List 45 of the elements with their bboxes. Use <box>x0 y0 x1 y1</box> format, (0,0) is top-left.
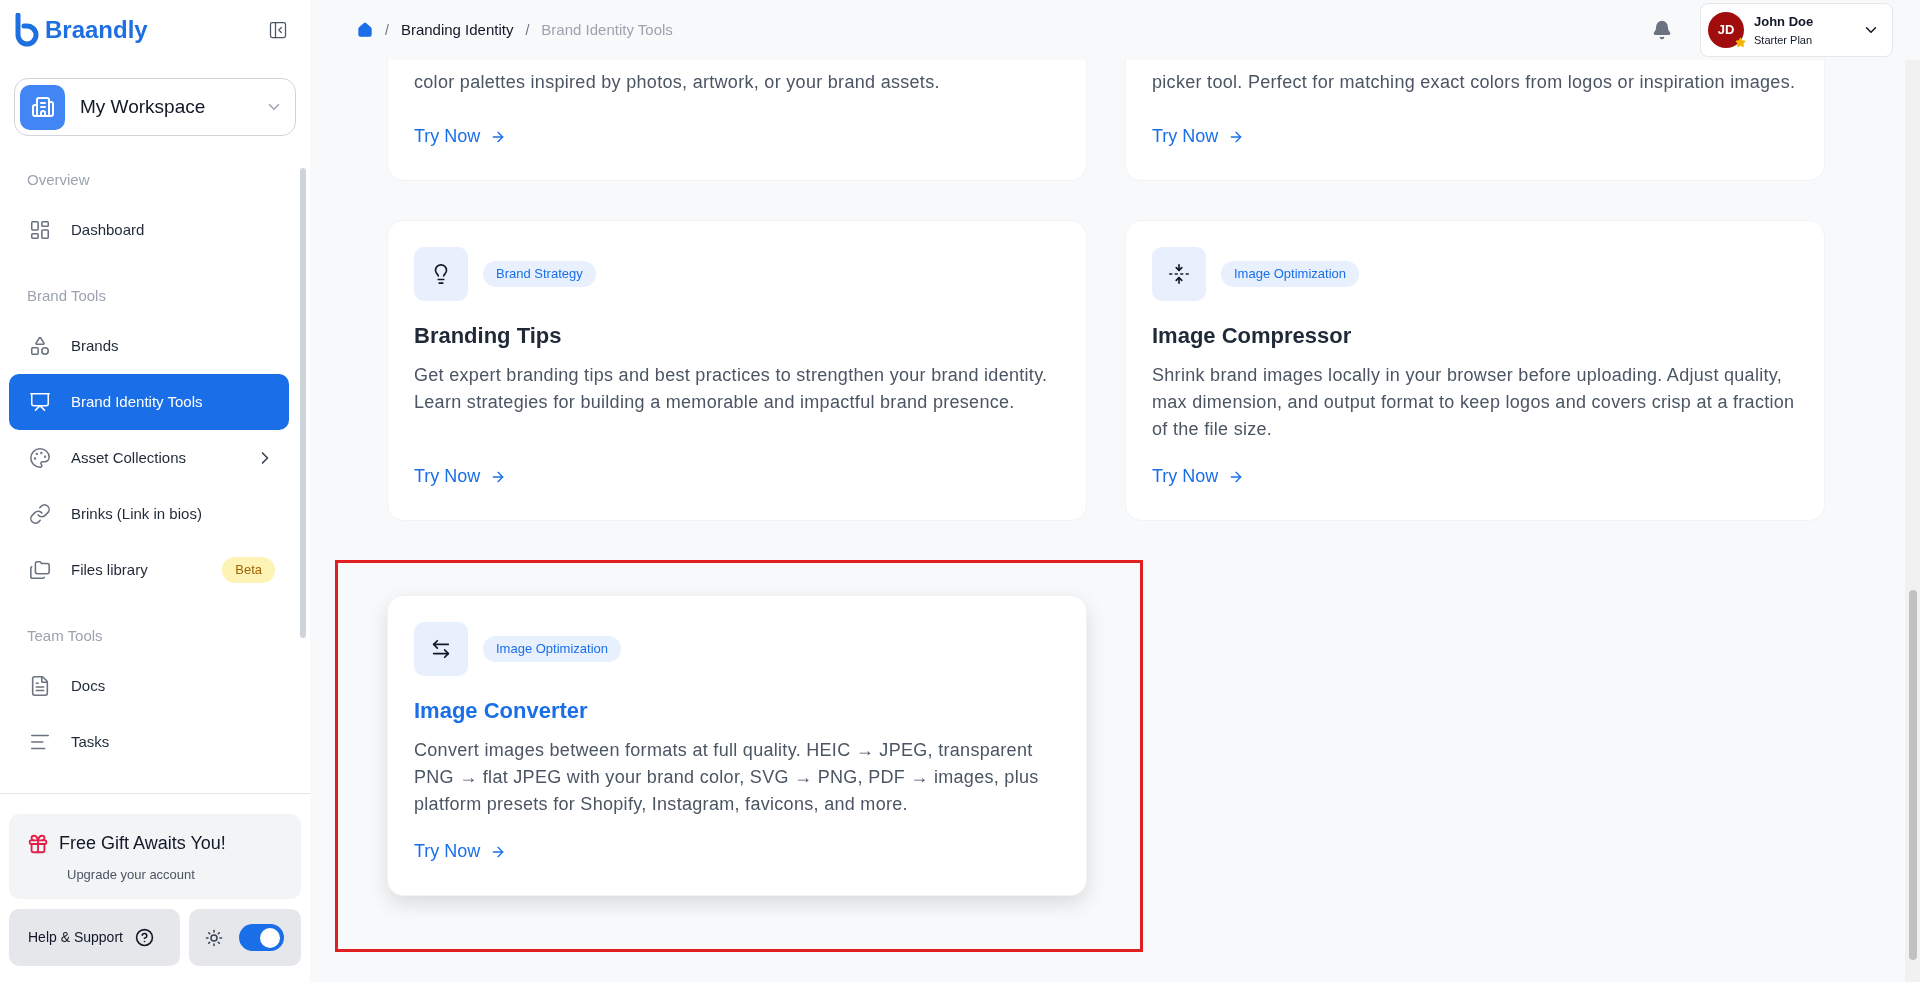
promo-card[interactable]: Free Gift Awaits You! Upgrade your account <box>9 814 301 899</box>
breadcrumb-item[interactable]: Branding Identity <box>400 18 514 42</box>
sidebar-item[interactable]: Dashboard <box>9 202 289 258</box>
sidebar-item[interactable]: Brinks (Link in bios) <box>9 486 289 542</box>
section-label: Brand Tools <box>26 285 107 306</box>
card-description: picker tool. Perfect for matching exact colors from logos or inspiration images. <box>1152 71 1797 94</box>
user-menu[interactable]: JD John Doe Starter Plan <box>1700 3 1893 57</box>
try-now-link[interactable]: Try Now <box>1152 463 1245 490</box>
workspace-selector[interactable]: My Workspace <box>14 78 296 136</box>
breadcrumb-separator: / <box>385 20 389 40</box>
category-tag: Image Optimization <box>1221 261 1359 287</box>
card-title: Branding Tips <box>414 322 563 350</box>
promo-subtitle: Upgrade your account <box>67 866 196 884</box>
card-description: color palettes inspired by photos, artwork, or your brand assets. <box>414 71 941 94</box>
section-label: Overview <box>26 169 91 190</box>
card-title: Image Converter <box>414 697 589 725</box>
promo-title: Free Gift Awaits You! <box>59 832 226 855</box>
try-now-link[interactable]: Try Now <box>1152 123 1245 150</box>
sidebar-item[interactable]: Files library Beta <box>9 542 289 598</box>
sidebar-item[interactable]: Asset Collections <box>9 430 289 486</box>
breadcrumb-separator: / <box>525 20 530 40</box>
brand-name: Braandly <box>45 15 148 45</box>
sidebar-item[interactable]: Brand Identity Tools <box>9 374 289 430</box>
section-label: Team Tools <box>26 625 104 646</box>
tool-card[interactable]: picker tool. Perfect for matching exact colors from logos or inspiration images. Try Now <box>1125 60 1825 181</box>
try-now-link[interactable]: Try Now <box>414 123 507 150</box>
card-description: Get expert branding tips and best practices to strengthen your brand identity. Learn strategies for building a memorable and impactful brand presence. <box>414 364 1049 414</box>
sidebar-item[interactable]: Docs <box>9 658 289 714</box>
tool-card[interactable]: color palettes inspired by photos, artwork, or your brand assets. Try Now <box>387 60 1087 181</box>
help-button[interactable]: Help & Support <box>9 909 180 966</box>
sidebar-item[interactable]: Brands <box>9 318 289 374</box>
card-description: Shrink brand images locally in your browser before uploading. Adjust quality, max dimension, and output format to keep logos and covers crisp at a fraction of the file size. <box>1152 364 1796 441</box>
breadcrumb-item: Brand Identity Tools <box>541 19 673 40</box>
tool-card[interactable]: Brand Strategy Branding Tips Get expert branding tips and best practices to strengthen your brand identity. Learn strategies for building a memorable and impactful brand presence. Try Now <box>387 220 1087 521</box>
try-now-link[interactable]: Try Now <box>414 838 507 865</box>
sidebar-item[interactable]: Tasks <box>9 714 289 770</box>
user-plan: Starter Plan <box>1754 32 1813 48</box>
user-avatar: JD <box>1708 12 1744 48</box>
beta-badge: Beta <box>222 557 275 583</box>
category-tag: Image Optimization <box>483 636 621 662</box>
card-title: Image Compressor <box>1152 322 1353 350</box>
user-name: John Doe <box>1754 13 1814 31</box>
try-now-link[interactable]: Try Now <box>414 463 507 490</box>
category-tag: Brand Strategy <box>483 261 596 287</box>
card-description: Convert images between formats at full quality. HEIC → JPEG, transparent PNG → flat JPEG with your brand color, SVG → PNG, PDF → images, plus platform presets for Shopify, Instagram, favicons, and more. <box>414 739 1040 816</box>
